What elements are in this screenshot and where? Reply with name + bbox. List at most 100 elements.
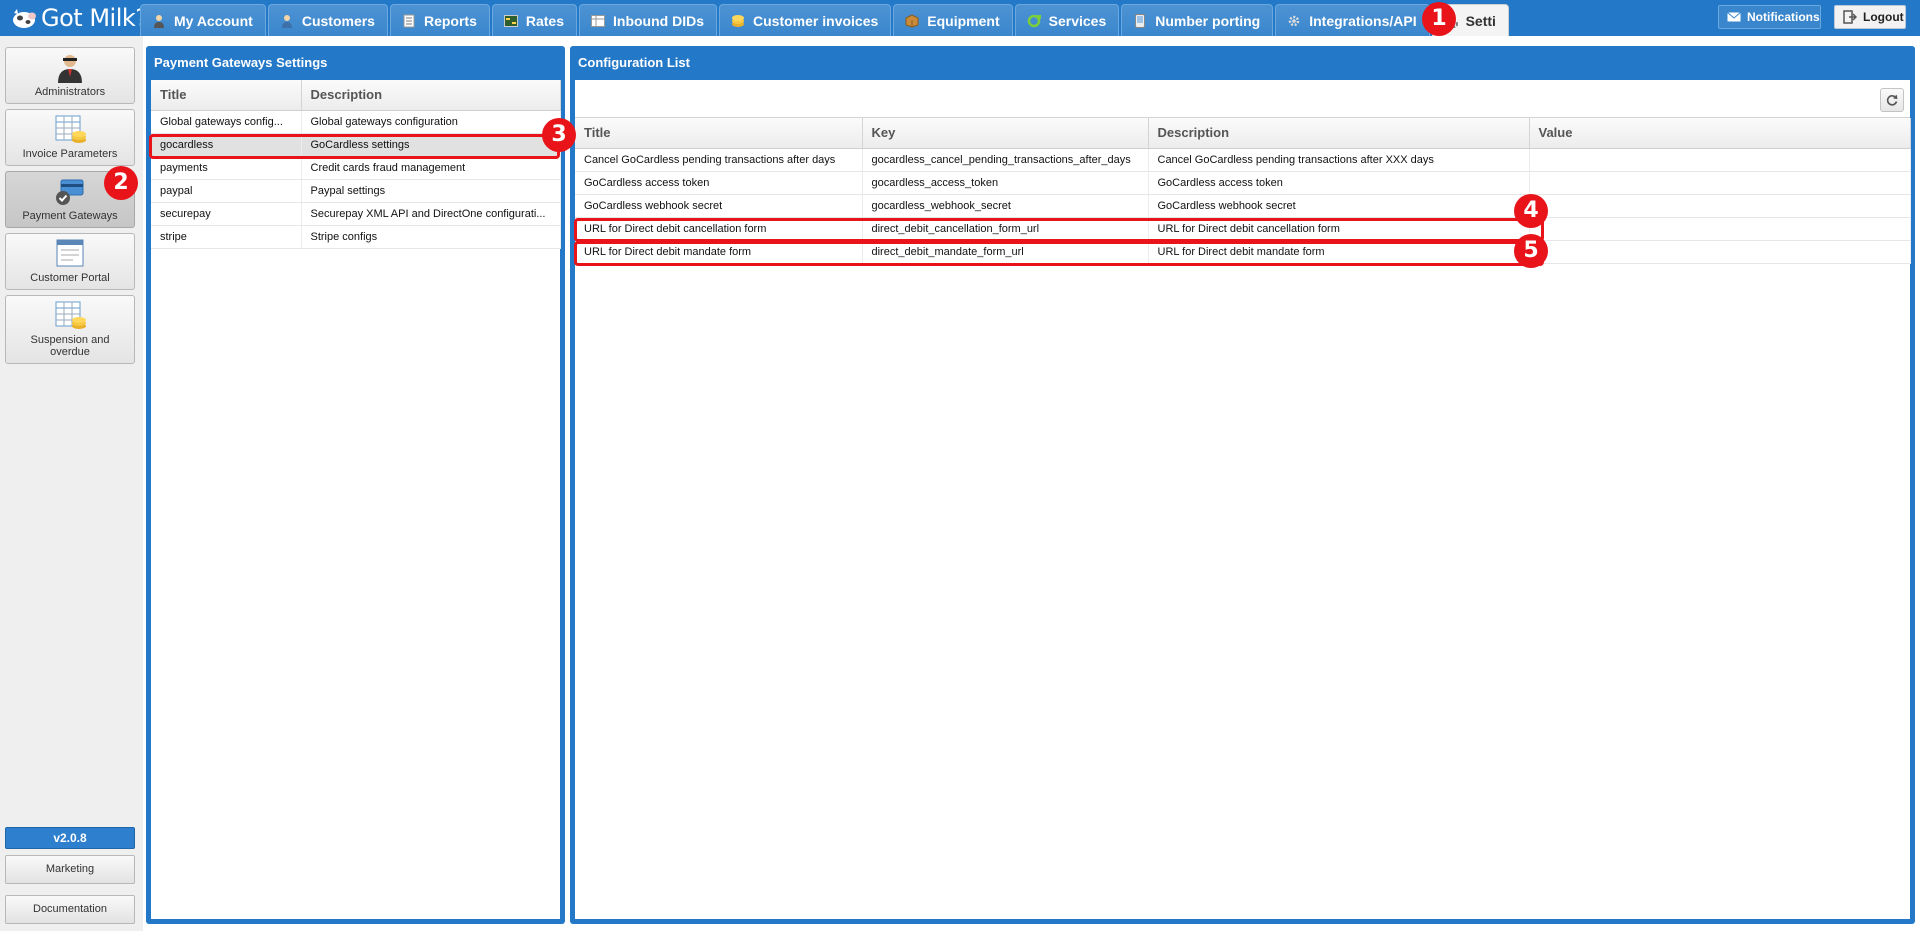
cell-title: securepay xyxy=(151,202,302,226)
payment-gateways-icon xyxy=(56,179,84,205)
logo-text: Got Milk? xyxy=(41,4,148,32)
cell-key: gocardless_webhook_secret xyxy=(862,194,1149,218)
cell-description: Stripe configs xyxy=(301,225,561,249)
gateways-table: Title Description Global gateways config… xyxy=(151,80,561,249)
column-header-key[interactable]: Key xyxy=(862,118,1149,149)
tab-label: Integrations/API xyxy=(1309,12,1417,29)
notifications-button[interactable]: Notifications xyxy=(1718,5,1821,29)
cell-title: paypal xyxy=(151,179,302,203)
tab-label: Setti xyxy=(1465,12,1496,29)
equipment-icon xyxy=(904,13,920,29)
tab-label: Services xyxy=(1048,12,1107,29)
refresh-icon xyxy=(1886,95,1898,106)
tab-label: Inbound DIDs xyxy=(613,12,705,29)
table-header-row: Title Key Description Value xyxy=(575,118,1911,149)
documentation-button[interactable]: Documentation xyxy=(5,895,135,924)
column-header-title[interactable]: Title xyxy=(575,118,863,149)
configuration-list-panel: Configuration List Title Key Description… xyxy=(570,46,1915,924)
payment-gateways-panel: Payment Gateways Settings Title Descript… xyxy=(146,46,565,924)
cell-value[interactable] xyxy=(1529,171,1911,195)
panel-body: Title Key Description Value Cancel GoCar… xyxy=(575,80,1911,919)
table-row[interactable]: GoCardless webhook secret gocardless_web… xyxy=(575,194,1911,218)
cell-value[interactable] xyxy=(1529,194,1911,218)
marketing-button[interactable]: Marketing xyxy=(5,855,135,884)
sidebar-item-administrators[interactable]: Administrators xyxy=(5,47,135,104)
rates-icon xyxy=(503,13,519,29)
cell-description: Credit cards fraud management xyxy=(301,156,561,180)
tab-label: Customer invoices xyxy=(753,12,879,29)
administrator-icon xyxy=(58,55,82,83)
tab-label: Equipment xyxy=(927,12,1000,29)
tab-customer-invoices[interactable]: Customer invoices xyxy=(719,4,892,36)
sidebar-item-invoice-parameters[interactable]: Invoice Parameters xyxy=(5,109,135,166)
cell-title: GoCardless access token xyxy=(575,171,863,195)
envelope-icon xyxy=(1727,12,1741,22)
tab-integrations-api[interactable]: Integrations/API xyxy=(1275,4,1430,36)
cell-key: direct_debit_mandate_form_url xyxy=(862,240,1149,264)
table-row[interactable]: GoCardless access token gocardless_acces… xyxy=(575,171,1911,195)
cell-description: Securepay XML API and DirectOne configur… xyxy=(301,202,561,226)
cell-title: URL for Direct debit cancellation form xyxy=(575,217,863,241)
column-header-value[interactable]: Value xyxy=(1529,118,1911,149)
panel-body: Title Description Global gateways config… xyxy=(151,80,561,919)
tab-services[interactable]: Services xyxy=(1014,4,1120,36)
suspension-icon xyxy=(55,301,86,329)
column-header-description[interactable]: Description xyxy=(301,80,561,111)
sidebar-item-label: Payment Gateways xyxy=(22,210,118,222)
tab-customers[interactable]: Customers xyxy=(267,4,388,36)
customers-icon xyxy=(279,13,295,29)
table-row[interactable]: Cancel GoCardless pending transactions a… xyxy=(575,148,1911,172)
cell-description: URL for Direct debit mandate form xyxy=(1148,240,1530,264)
cell-description: GoCardless access token xyxy=(1148,171,1530,195)
porting-icon xyxy=(1132,13,1148,29)
cell-title: Cancel GoCardless pending transactions a… xyxy=(575,148,863,172)
tab-inbound-dids[interactable]: Inbound DIDs xyxy=(579,4,718,36)
logout-button[interactable]: Logout xyxy=(1834,5,1906,29)
top-navigation-bar: Got Milk? My Account Customers Reports R… xyxy=(0,0,1920,36)
tab-rates[interactable]: Rates xyxy=(491,4,578,36)
table-row[interactable]: URL for Direct debit cancellation form d… xyxy=(575,217,1911,241)
tab-label: Reports xyxy=(423,12,477,29)
cell-value[interactable] xyxy=(1529,240,1911,264)
sidebar-item-label: Customer Portal xyxy=(30,272,110,284)
tab-number-porting[interactable]: Number porting xyxy=(1121,4,1274,36)
annotation-badge-4: 4 xyxy=(1514,194,1548,228)
integrations-icon xyxy=(1286,13,1302,29)
table-row[interactable]: paypal Paypal settings xyxy=(151,179,561,203)
cow-logo-icon xyxy=(13,9,36,28)
refresh-button[interactable] xyxy=(1880,88,1904,112)
table-row[interactable]: securepay Securepay XML API and DirectOn… xyxy=(151,202,561,226)
panel-title: Configuration List xyxy=(578,55,690,70)
cell-value[interactable] xyxy=(1529,148,1911,172)
sidebar-item-customer-portal[interactable]: Customer Portal xyxy=(5,233,135,290)
column-header-title[interactable]: Title xyxy=(151,80,302,111)
invoice-parameters-icon xyxy=(55,115,86,143)
app-logo[interactable]: Got Milk? xyxy=(10,3,148,33)
table-row[interactable]: URL for Direct debit mandate form direct… xyxy=(575,240,1911,264)
sidebar-item-suspension-and-overdue[interactable]: Suspension and overdue xyxy=(5,295,135,364)
table-row-selected[interactable]: gocardless GoCardless settings xyxy=(151,133,561,157)
cell-key: gocardless_cancel_pending_transactions_a… xyxy=(862,148,1149,172)
cell-title: stripe xyxy=(151,225,302,249)
user-icon xyxy=(151,13,167,29)
cell-description: URL for Direct debit cancellation form xyxy=(1148,217,1530,241)
tab-label: Number porting xyxy=(1155,12,1261,29)
tab-equipment[interactable]: Equipment xyxy=(893,4,1013,36)
tab-my-account[interactable]: My Account xyxy=(140,4,266,36)
tab-label: Rates xyxy=(525,12,565,29)
table-row[interactable]: stripe Stripe configs xyxy=(151,225,561,249)
tab-reports[interactable]: Reports xyxy=(389,4,490,36)
annotation-badge-2: 2 xyxy=(104,166,138,200)
cell-description: GoCardless webhook secret xyxy=(1148,194,1530,218)
sidebar-item-label: Suspension and overdue xyxy=(30,334,110,358)
cell-title: URL for Direct debit mandate form xyxy=(575,240,863,264)
cell-title: GoCardless webhook secret xyxy=(575,194,863,218)
cell-value[interactable] xyxy=(1529,217,1911,241)
column-header-description[interactable]: Description xyxy=(1148,118,1530,149)
services-icon xyxy=(1026,13,1042,29)
logout-icon xyxy=(1843,10,1857,24)
panel-title: Payment Gateways Settings xyxy=(154,55,328,70)
table-row[interactable]: payments Credit cards fraud management xyxy=(151,156,561,180)
annotation-badge-1: 1 xyxy=(1422,2,1456,36)
table-row[interactable]: Global gateways config... Global gateway… xyxy=(151,110,561,134)
